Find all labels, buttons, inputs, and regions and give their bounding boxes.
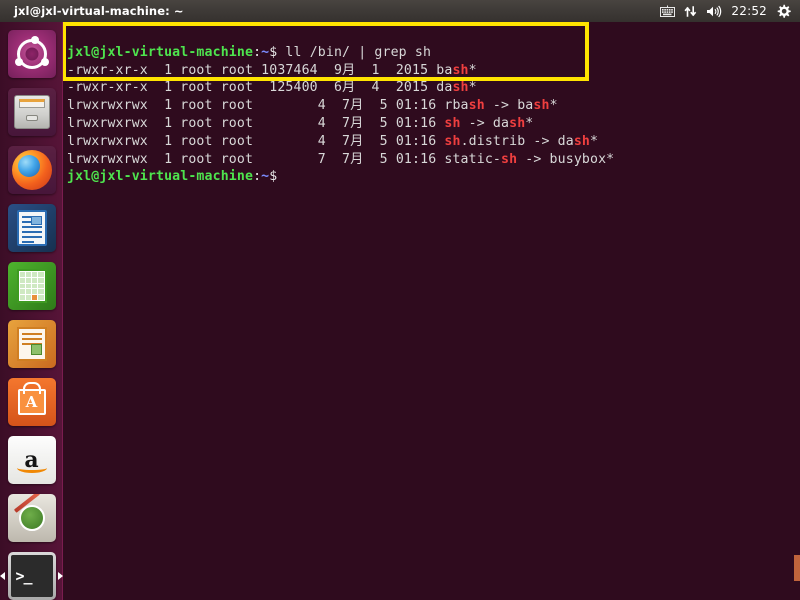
keyboard-indicator-icon[interactable] [660,0,676,22]
focused-indicator-right [58,572,63,580]
file-name-post: * [468,80,477,96]
file-name-pre: da [436,80,453,96]
terminal-icon[interactable]: >_ [0,547,63,600]
grep-match: sh [444,115,461,131]
ls-entry-meta: lrwxrwxrwx 1 root root 4 7月 5 01:16 [67,133,445,149]
terminal-line: -rwxr-xr-x 1 root root 125400 6月 4 2015 … [67,80,477,95]
symlink-arrow: -> ba [484,98,534,114]
ls-entry-meta: lrwxrwxrwx 1 root root 7 7月 5 01:16 stat… [67,151,501,167]
unity-launcher: A a >_ DVD [0,22,63,600]
grep-match: sh [509,115,526,131]
screen-edge-artifact [794,555,800,581]
grep-match: sh [533,98,550,114]
file-name-post: * [468,62,477,78]
running-indicator-left [0,572,5,580]
libreoffice-impress-icon[interactable] [0,315,63,373]
desktop-screen: jxl@jxl-virtual-machine: ~ 22:52 A a >_ … [0,0,800,600]
top-panel: jxl@jxl-virtual-machine: ~ 22:52 [0,0,800,22]
target-suffix: * [525,115,534,131]
system-tray: 22:52 [660,0,800,22]
terminal-window[interactable]: jxl@jxl-virtual-machine:~$ ll /bin/ | gr… [63,22,800,600]
terminal-line: -rwxr-xr-x 1 root root 1037464 9月 1 2015… [67,63,477,78]
prompt-user-host: jxl@jxl-virtual-machine [67,44,254,60]
terminal-line: lrwxrwxrwx 1 root root 7 7月 5 01:16 stat… [67,152,614,167]
ubuntu-software-center-icon[interactable]: A [0,373,63,431]
file-name-pre: ba [436,62,453,78]
link-name-pre: rba [444,98,469,114]
prompt-colon: : [253,44,262,60]
prompt-sigil: $ [269,169,278,185]
terminal-line: jxl@jxl-virtual-machine:~$ ll /bin/ | gr… [67,45,431,60]
terminal-output[interactable]: jxl@jxl-virtual-machine:~$ ll /bin/ | gr… [67,26,800,186]
grep-match: sh [468,98,485,114]
grep-match: sh [444,133,461,149]
terminal-line: lrwxrwxrwx 1 root root 4 7月 5 01:16 sh -… [67,116,533,131]
window-title: jxl@jxl-virtual-machine: ~ [14,4,184,18]
ubuntu-logo-icon [14,36,49,69]
libreoffice-calc-icon[interactable] [0,257,63,315]
volume-icon[interactable] [706,0,722,22]
link-name-post: .distrib -> da [460,133,574,149]
files-icon[interactable] [0,83,63,141]
ubuntu-dash-button[interactable] [0,25,63,83]
target-suffix: * [549,98,558,114]
terminal-line: jxl@jxl-virtual-machine:~$ [67,169,277,184]
libreoffice-writer-icon[interactable] [0,199,63,257]
ls-entry-meta: -rwxr-xr-x 1 root root 125400 6月 4 2015 [67,80,437,96]
terminal-line: lrwxrwxrwx 1 root root 4 7月 5 01:16 sh.d… [67,134,598,149]
symlink-arrow: -> busybox* [517,151,615,167]
prompt-user-host: jxl@jxl-virtual-machine [67,169,254,185]
clock[interactable]: 22:52 [731,4,767,18]
terminal-line: lrwxrwxrwx 1 root root 4 7月 5 01:16 rbas… [67,98,558,113]
prompt-colon: : [253,169,262,185]
grep-match: sh [573,133,591,149]
grep-match: sh [452,62,469,78]
amazon-icon[interactable]: a [0,431,63,489]
symlink-arrow: -> da [460,115,510,131]
system-menu-gear-icon[interactable] [776,0,791,22]
system-settings-icon[interactable] [0,489,63,547]
ls-entry-meta: -rwxr-xr-x 1 root root 1037464 9月 1 2015 [67,62,437,78]
grep-match: sh [501,151,518,167]
firefox-icon[interactable] [0,141,63,199]
ls-entry-meta: lrwxrwxrwx 1 root root 4 7月 5 01:16 [67,98,445,114]
network-icon[interactable] [684,0,697,22]
ls-entry-meta: lrwxrwxrwx 1 root root 4 7月 5 01:16 [67,115,445,131]
target-suffix: * [590,133,599,149]
command-text: ll /bin/ | grep sh [277,44,432,60]
grep-match: sh [452,80,469,96]
terminal-prompt-glyph: >_ [10,555,53,597]
